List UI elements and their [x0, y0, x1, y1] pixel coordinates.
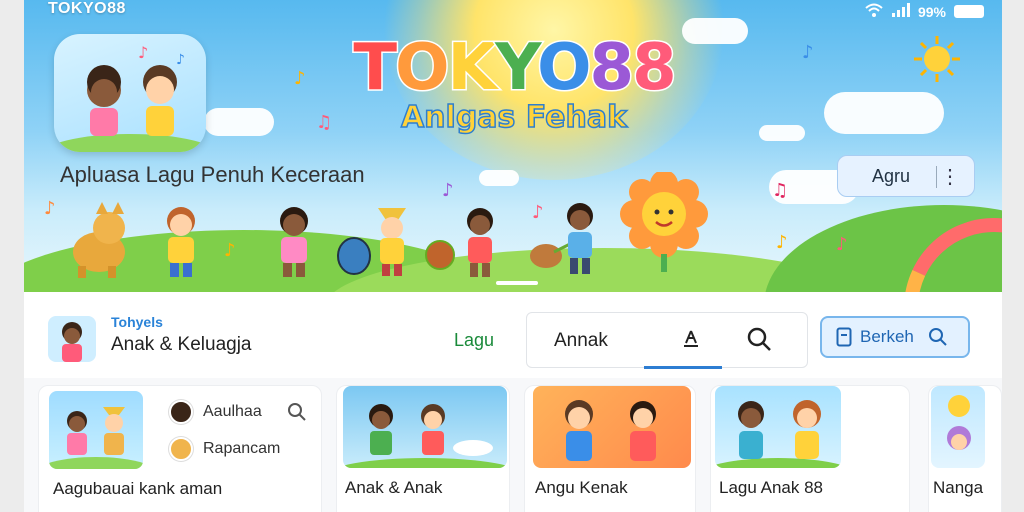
channel-subtitle: Anak & Keluagja [111, 334, 252, 355]
logo-sub-text: Anlgas Fehak [400, 99, 628, 136]
kid-character [167, 207, 195, 277]
music-note-icon: ♪ [294, 68, 306, 89]
svg-text:♪: ♪ [176, 52, 185, 68]
search-icon[interactable] [287, 402, 307, 426]
list-item[interactable]: Rapancam [169, 437, 280, 461]
kids-illustration: ♪ ♪ [54, 43, 206, 152]
menu-button-label: Agru [872, 165, 911, 186]
svg-text:♪: ♪ [138, 43, 148, 62]
status-brand: TOKYO88 [48, 0, 126, 17]
channel-avatar[interactable] [48, 316, 96, 362]
logo-letter: K [446, 31, 499, 105]
song-card[interactable]: Angu Kenak [524, 385, 696, 512]
avatar [169, 400, 193, 424]
flower-character [620, 172, 708, 272]
guitar-kid-character [530, 203, 593, 274]
battery-icon [954, 5, 984, 18]
music-note-icon: ♪ [44, 198, 56, 219]
cloud [759, 125, 805, 141]
music-note-icon: ♪ [442, 180, 454, 201]
list-item-label: Aaulhaa [203, 403, 262, 420]
carousel-indicator[interactable] [496, 281, 538, 285]
dog-character [73, 202, 125, 278]
logo-letter: O [536, 31, 593, 105]
logo-letter: 8 [588, 31, 635, 105]
sun-icon [914, 36, 960, 82]
search-icon[interactable] [746, 326, 772, 356]
logo-letter: T [352, 31, 399, 105]
kid-character [280, 207, 308, 277]
drum-kid-character [425, 208, 493, 277]
drum-kid-character [337, 208, 406, 276]
channel-bar: Tohyels Anak & Keluagja Lagu Annak Berke… [24, 292, 1002, 378]
cloud [824, 92, 944, 134]
logo-text: TOKYO88 [352, 31, 678, 105]
search-button-label: Berkeh [860, 327, 914, 346]
song-thumbnail[interactable] [343, 386, 507, 468]
status-icons: 99% [864, 2, 984, 21]
card-title: Nanga [933, 478, 984, 497]
app-screen: ♪ ♫ ♪ ♪ ♪ ♫ ♪ ♪ ♪ ♪ ♪ ♪ TOKYO88 Anlgas F… [24, 0, 1002, 512]
logo-letter: O [394, 31, 451, 105]
battery-percent: 99% [917, 3, 946, 20]
active-tab-indicator [644, 366, 722, 369]
logo-main-text: TOKYO88 [324, 35, 704, 102]
tab-lagu[interactable]: Lagu [454, 330, 494, 351]
more-vertical-icon[interactable]: ⋮ [940, 164, 960, 189]
banner-tagline: Apluasa Lagu Penuh Keceraan [60, 162, 365, 187]
song-thumbnail[interactable] [533, 386, 691, 468]
song-card[interactable]: Lagu Anak 88 [710, 385, 910, 512]
menu-button[interactable]: Agru ⋮ [837, 155, 975, 197]
document-icon [836, 327, 852, 347]
app-logo: TOKYO88 Anlgas Fehak [324, 35, 704, 136]
song-card[interactable]: Anak & Anak [336, 385, 510, 512]
search-icon [928, 328, 947, 346]
list-item[interactable]: Aaulhaa [169, 400, 262, 424]
music-note-icon: ♪ [776, 232, 788, 253]
hero-banner[interactable]: ♪ ♫ ♪ ♪ ♪ ♫ ♪ ♪ ♪ ♪ ♪ ♪ TOKYO88 Anlgas F… [24, 0, 1002, 292]
song-card[interactable]: Aaulhaa Rapancam Aagubauai kank aman [38, 385, 322, 512]
divider [936, 166, 937, 188]
card-title: Anak & Anak [345, 478, 443, 497]
song-thumbnail[interactable] [931, 386, 985, 468]
card-title: Angu Kenak [535, 478, 628, 497]
song-thumbnail[interactable] [715, 386, 841, 468]
microphone-icon[interactable] [680, 328, 702, 355]
logo-letter: 8 [631, 31, 678, 105]
card-title: Aagubauai kank aman [53, 479, 223, 498]
search-button[interactable]: Berkeh [820, 316, 970, 358]
signal-icon [891, 3, 910, 20]
music-note-icon: ♪ [802, 42, 814, 63]
music-note-icon: ♫ [772, 180, 789, 201]
wifi-icon [864, 2, 884, 21]
cloud [479, 170, 519, 186]
avatar [169, 437, 193, 461]
channel-name[interactable]: Tohyels [111, 314, 163, 330]
music-note-icon: ♪ [224, 240, 236, 261]
song-thumbnail[interactable] [49, 391, 143, 469]
list-item-label: Rapancam [203, 440, 281, 457]
music-note-icon: ♪ [836, 234, 848, 255]
song-card[interactable]: Nanga [928, 385, 1002, 512]
tab-anak[interactable]: Annak [554, 330, 608, 352]
cloud [204, 108, 274, 136]
logo-letter: Y [494, 31, 541, 105]
app-icon[interactable]: ♪ ♪ [54, 34, 206, 152]
card-title: Lagu Anak 88 [719, 478, 823, 497]
